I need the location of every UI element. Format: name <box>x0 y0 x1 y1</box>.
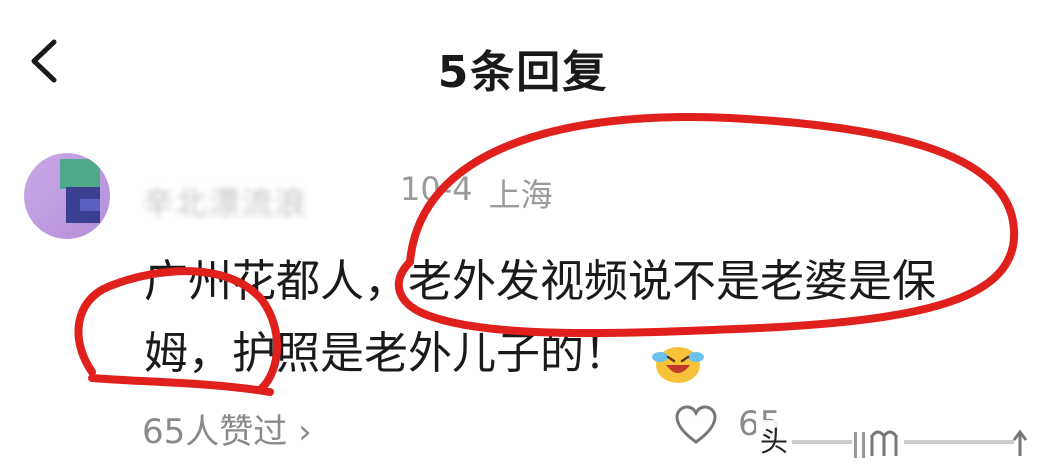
comment-date: 10-4 <box>400 170 473 208</box>
likes-link[interactable]: 65人赞过 › <box>142 404 312 453</box>
avatar[interactable] <box>24 153 110 239</box>
heart-icon[interactable] <box>674 404 718 446</box>
watermark: 头 <box>756 420 1046 464</box>
laughing-crying-emoji-icon <box>650 335 706 383</box>
comment-meta: 10-4 上海 <box>400 170 553 216</box>
watermark-text: 头 <box>760 425 789 458</box>
comment-location: 上海 <box>488 176 553 214</box>
username[interactable]: 辛北漂流浪 <box>142 178 307 224</box>
comment-text: 广州花都人，老外发视频说不是老婆是保姆，护照是老外儿子的！ <box>144 246 1004 390</box>
page-title: 5条回复 <box>437 47 609 98</box>
comment-body: 广州花都人，老外发视频说不是老婆是保姆，护照是老外儿子的！ <box>144 256 936 379</box>
